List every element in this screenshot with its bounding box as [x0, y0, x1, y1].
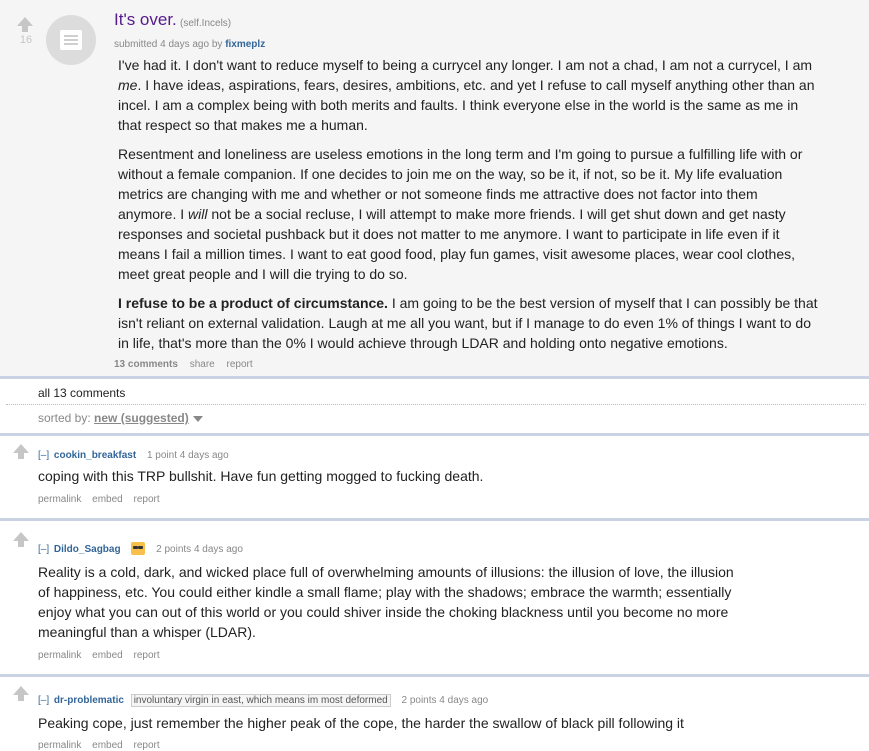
- report-link[interactable]: report: [134, 740, 160, 751]
- report-link[interactable]: report: [134, 494, 160, 505]
- post-bottom-border: [0, 376, 869, 379]
- post-author-link[interactable]: fixmeplz: [225, 39, 265, 50]
- post-buttons: 13 comments share report: [114, 359, 262, 370]
- post-paragraph-3: I refuse to be a product of circumstance…: [118, 293, 818, 353]
- upvote-arrow-stem: [18, 541, 24, 547]
- comment-tagline: [–] cookin_breakfast 1 point 4 days ago: [38, 450, 229, 461]
- permalink-link[interactable]: permalink: [38, 650, 81, 661]
- upvote-arrow-stem: [18, 695, 24, 701]
- comment-separator: [0, 433, 869, 436]
- upvote-arrow-icon[interactable]: [17, 17, 33, 26]
- comment-author[interactable]: cookin_breakfast: [54, 450, 136, 461]
- post-title[interactable]: It's over.: [114, 10, 177, 30]
- share-link[interactable]: share: [190, 359, 215, 370]
- upvote-arrow-icon[interactable]: [13, 444, 29, 453]
- comment-author[interactable]: Dildo_Sagbag: [54, 544, 121, 555]
- report-link[interactable]: report: [134, 650, 160, 661]
- comment-body: Reality is a cold, dark, and wicked plac…: [38, 564, 734, 640]
- embed-link[interactable]: embed: [92, 650, 123, 661]
- upvote-arrow-stem: [22, 26, 28, 32]
- post-body: I've had it. I don't want to reduce myse…: [118, 55, 818, 362]
- comment-author[interactable]: dr-problematic: [54, 695, 124, 706]
- dropdown-caret-icon[interactable]: [192, 415, 203, 422]
- collapse-toggle[interactable]: [–]: [38, 544, 49, 555]
- comments-header-divider: [6, 404, 866, 405]
- post-paragraph-3-bold: I refuse to be a product of circumstance…: [118, 295, 388, 311]
- comment-meta: 2 points 4 days ago: [156, 544, 243, 555]
- sorted-by-label: sorted by:: [38, 411, 91, 425]
- comment-body: coping with this TRP bullshit. Have fun …: [38, 468, 484, 484]
- comments-link[interactable]: 13 comments: [114, 359, 178, 370]
- comment-buttons: permalink embed report: [38, 650, 168, 661]
- all-comments-label[interactable]: all 13 comments: [38, 386, 125, 400]
- collapse-toggle[interactable]: [–]: [38, 450, 49, 461]
- comment-meta: 2 points 4 days ago: [401, 695, 489, 706]
- permalink-link[interactable]: permalink: [38, 740, 81, 751]
- sort-menu[interactable]: sorted by: new (suggested): [38, 411, 203, 425]
- emphasis: will: [188, 206, 208, 222]
- comment-separator: [0, 518, 869, 521]
- post-domain[interactable]: (self.Incels): [180, 18, 231, 29]
- user-flair: involuntary virgin in east, which means …: [130, 694, 391, 707]
- emphasis: me: [118, 77, 138, 93]
- permalink-link[interactable]: permalink: [38, 494, 81, 505]
- upvote-arrow-icon[interactable]: [13, 532, 29, 541]
- upvote-arrow-stem: [18, 453, 24, 459]
- comment-buttons: permalink embed report: [38, 494, 168, 505]
- report-link[interactable]: report: [227, 359, 253, 370]
- upvote-arrow-icon[interactable]: [13, 686, 29, 695]
- tagline-prefix: submitted 4 days ago by: [114, 39, 223, 50]
- comment-meta: 1 point 4 days ago: [146, 450, 229, 461]
- post-score: 16: [19, 34, 33, 46]
- collapse-toggle[interactable]: [–]: [38, 695, 49, 706]
- comment-buttons: permalink embed report: [38, 740, 168, 751]
- embed-link[interactable]: embed: [92, 740, 123, 751]
- embed-link[interactable]: embed: [92, 494, 123, 505]
- comment-tagline: [–] dr-problematic involuntary virgin in…: [38, 694, 488, 707]
- sort-value[interactable]: new (suggested): [94, 411, 189, 425]
- sunglasses-emoji-icon: [131, 542, 146, 555]
- post-container: 16 It's over. (self.Incels) submitted 4 …: [0, 0, 869, 376]
- self-post-thumbnail[interactable]: [46, 15, 96, 65]
- post-tagline: submitted 4 days ago by fixmeplz: [114, 39, 265, 50]
- comment-body: Peaking cope, just remember the higher p…: [38, 715, 684, 731]
- comment-tagline: [–] Dildo_Sagbag 2 points 4 days ago: [38, 539, 243, 555]
- post-paragraph-2: Resentment and loneliness are useless em…: [118, 146, 803, 282]
- comment-separator: [0, 674, 869, 677]
- post-paragraph-1: I've had it. I don't want to reduce myse…: [118, 57, 815, 133]
- text-post-icon: [60, 30, 82, 50]
